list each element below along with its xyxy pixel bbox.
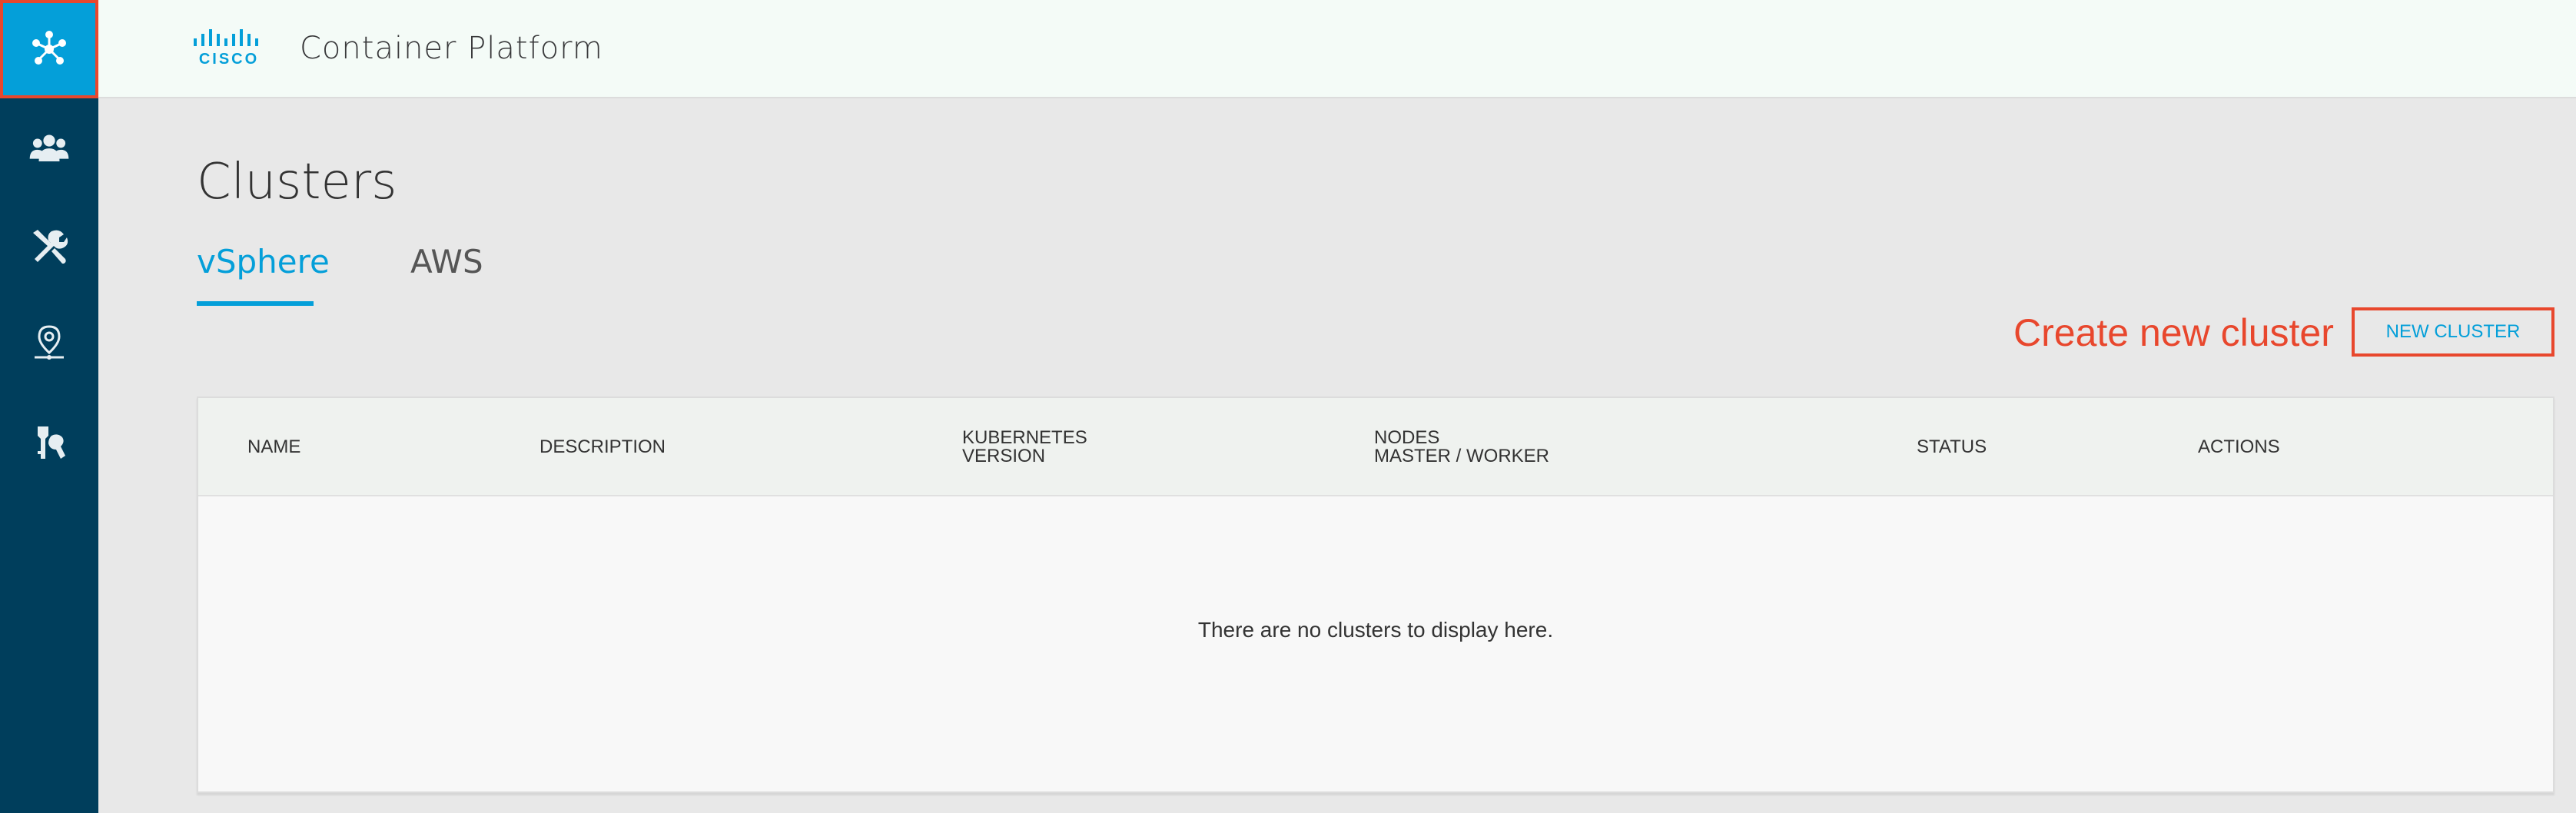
sidebar xyxy=(0,0,98,813)
column-header-kubernetes-version[interactable]: KUBERNETES VERSION xyxy=(962,429,1087,466)
sidebar-item-locations[interactable] xyxy=(0,294,98,392)
sidebar-item-keys[interactable] xyxy=(0,393,98,492)
top-header: CISCO Container Platform xyxy=(98,0,2576,98)
clusters-table: NAME DESCRIPTION KUBERNETES VERSION NODE… xyxy=(197,397,2554,793)
column-header-name[interactable]: NAME xyxy=(247,438,300,456)
sidebar-item-clusters[interactable] xyxy=(0,0,98,98)
app-title: Container Platform xyxy=(300,31,603,66)
location-pin-icon xyxy=(35,325,64,360)
keys-icon xyxy=(38,426,65,459)
tab-aws[interactable]: AWS xyxy=(410,243,483,280)
column-header-status[interactable]: STATUS xyxy=(1917,438,1987,456)
tools-icon xyxy=(33,230,68,264)
page-title: Clusters xyxy=(197,154,397,211)
logo-text: CISCO xyxy=(198,51,260,68)
column-header-nodes-line2: MASTER / WORKER xyxy=(1374,446,1550,466)
sidebar-item-tools[interactable] xyxy=(0,197,98,295)
create-cluster-annotation: Create new cluster xyxy=(2013,311,2334,354)
cisco-logo[interactable]: CISCO xyxy=(192,28,266,68)
column-header-nodes[interactable]: NODES MASTER / WORKER xyxy=(1374,429,1549,466)
tab-vsphere[interactable]: vSphere xyxy=(197,243,330,280)
cisco-bars-icon xyxy=(194,29,258,46)
empty-state-message: There are no clusters to display here. xyxy=(1197,618,1554,642)
active-tab-indicator xyxy=(197,301,314,306)
column-header-description[interactable]: DESCRIPTION xyxy=(539,438,666,456)
users-icon xyxy=(29,134,69,162)
column-header-nodes-line1: NODES xyxy=(1374,427,1440,448)
sidebar-item-users[interactable] xyxy=(0,100,98,198)
column-header-kubernetes-line2: VERSION xyxy=(962,446,1046,466)
cluster-network-icon xyxy=(32,31,66,65)
new-cluster-button[interactable]: NEW CLUSTER xyxy=(2352,307,2554,357)
column-header-kubernetes-line1: KUBERNETES xyxy=(962,427,1087,448)
column-header-actions[interactable]: ACTIONS xyxy=(2198,438,2280,456)
table-header: NAME DESCRIPTION KUBERNETES VERSION NODE… xyxy=(198,398,2553,496)
